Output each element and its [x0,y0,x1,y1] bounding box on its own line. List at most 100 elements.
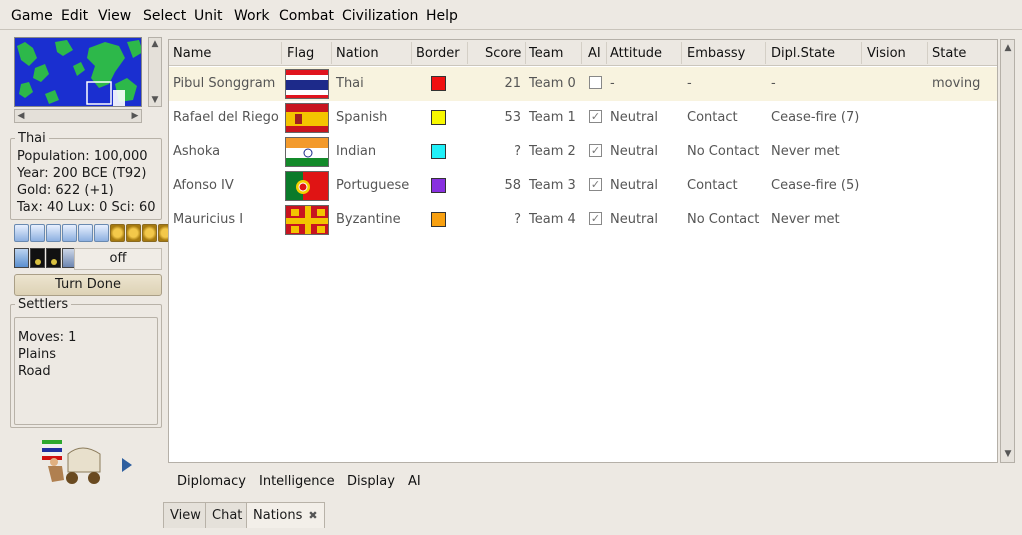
header-flag[interactable]: Flag [287,46,314,61]
ai-checkbox[interactable] [589,76,602,89]
unit-terrain: Plains [18,347,57,362]
attitude-value: Neutral [610,110,658,125]
unit-road: Road [18,364,51,379]
ai-checkbox[interactable]: ✓ [589,110,602,123]
header-vision[interactable]: Vision [867,46,906,61]
tab-view[interactable]: View [163,502,208,528]
header-state[interactable]: State [932,46,966,61]
dipl-state-value: Never met [771,212,840,227]
header-name[interactable]: Name [173,46,211,61]
gold-coin-icon[interactable] [126,224,141,242]
table-row[interactable]: Ashoka Indian ? Team 2 ✓ Neutral No Cont… [169,135,997,169]
table-row[interactable]: Pibul Songgram Thai 21 Team 0 - - - movi… [169,67,997,101]
nations-table: Name Flag Nation Border Score Team AI At… [168,39,998,463]
menubar: Game Edit View Select Unit Work Combat C… [0,0,1022,30]
embassy-value: No Contact [687,144,760,159]
minimap-terrain [15,38,141,106]
scroll-down-icon[interactable]: ▼ [1002,448,1014,460]
score-value: 21 [504,76,521,91]
science-bulb-icon[interactable] [14,224,29,242]
next-unit-arrow-icon[interactable] [120,456,134,474]
ai-checkbox[interactable]: ✓ [589,212,602,225]
border-color-swatch [431,212,446,227]
diplomacy-button[interactable]: Diplomacy [177,474,246,489]
attitude-value: Neutral [610,144,658,159]
civ-title: Thai [15,131,49,146]
minimap-vertical-scrollbar[interactable]: ▲ ▼ [148,37,162,107]
header-score[interactable]: Score [485,46,521,61]
header-embassy[interactable]: Embassy [687,46,745,61]
settlers-unit-icon[interactable] [42,436,106,496]
scroll-right-icon[interactable]: ▶ [129,110,141,122]
thai-flag-icon [285,69,329,99]
scroll-up-icon[interactable]: ▲ [149,38,161,50]
menu-select[interactable]: Select [143,8,186,24]
header-attitude[interactable]: Attitude [610,46,662,61]
header-nation[interactable]: Nation [336,46,379,61]
minimap-horizontal-scrollbar[interactable]: ◀ ▶ [14,109,142,123]
civ-info-frame: Thai Population: 100,000 Year: 200 BCE (… [10,131,162,220]
menu-civilization[interactable]: Civilization [342,8,418,24]
player-name: Mauricius I [173,212,244,227]
table-vertical-scrollbar[interactable]: ▲ ▼ [1000,39,1015,463]
ai-button[interactable]: AI [408,474,421,489]
table-row[interactable]: Rafael del Riego Spanish 53 Team 1 ✓ Neu… [169,101,997,135]
science-bulb-icon[interactable] [62,224,77,242]
indian-flag-icon [285,137,329,167]
science-bulb-icon[interactable] [78,224,93,242]
header-border[interactable]: Border [416,46,460,61]
ai-checkbox[interactable]: ✓ [589,144,602,157]
nation-name: Spanish [336,110,388,125]
menu-unit[interactable]: Unit [194,8,223,24]
header-team[interactable]: Team [529,46,563,61]
gold-coin-icon[interactable] [110,224,125,242]
turn-done-button[interactable]: Turn Done [14,274,162,296]
ai-checkbox[interactable]: ✓ [589,178,602,191]
minimap[interactable] [14,37,142,107]
player-name: Ashoka [173,144,221,159]
player-name: Afonso IV [173,178,234,193]
science-bulb-icon[interactable] [46,224,61,242]
left-panel: ▲ ▼ ◀ ▶ Thai Population: 100,000 Year: 2… [8,34,173,530]
science-bulb-icon[interactable] [94,224,109,242]
menu-edit[interactable]: Edit [61,8,88,24]
menu-game[interactable]: Game [11,8,53,24]
unit-moves: Moves: 1 [18,330,77,345]
score-value: 53 [504,110,521,125]
nation-name: Thai [336,76,364,91]
close-icon[interactable]: ✖ [308,503,317,529]
timeout-indicator: off [74,248,162,270]
table-row[interactable]: Afonso IV Portuguese 58 Team 3 ✓ Neutral… [169,169,997,203]
menu-combat[interactable]: Combat [279,8,334,24]
embassy-value: - [687,76,692,91]
scroll-down-icon[interactable]: ▼ [149,94,161,106]
scroll-up-icon[interactable]: ▲ [1002,42,1014,54]
population-text: Population: 100,000 [17,149,148,164]
attitude-value: Neutral [610,212,658,227]
tab-nations[interactable]: Nations ✖ [246,502,325,528]
menu-work[interactable]: Work [234,8,269,24]
header-ai[interactable]: AI [588,46,601,61]
tab-chat[interactable]: Chat [205,502,250,528]
intelligence-button[interactable]: Intelligence [259,474,335,489]
attitude-value: Neutral [610,178,658,193]
notebook-tabs: View Chat Nations ✖ [163,502,1022,530]
menu-help[interactable]: Help [426,8,458,24]
portuguese-flag-icon [285,171,329,201]
header-dipl-state[interactable]: Dipl.State [771,46,835,61]
border-color-swatch [431,76,446,91]
embassy-value: Contact [687,178,738,193]
team-value: Team 2 [529,144,576,159]
scroll-left-icon[interactable]: ◀ [15,110,27,122]
display-button[interactable]: Display [347,474,395,489]
dipl-state-value: - [771,76,776,91]
gold-coin-icon[interactable] [142,224,157,242]
research-icon [14,248,29,268]
unit-title: Settlers [15,297,72,312]
dipl-state-value: Never met [771,144,840,159]
player-name: Rafael del Riego [173,110,279,125]
nation-name: Indian [336,144,377,159]
science-bulb-icon[interactable] [30,224,45,242]
table-row[interactable]: Mauricius I Byzantine ? Team 4 ✓ Neutral… [169,203,997,237]
menu-view[interactable]: View [98,8,131,24]
